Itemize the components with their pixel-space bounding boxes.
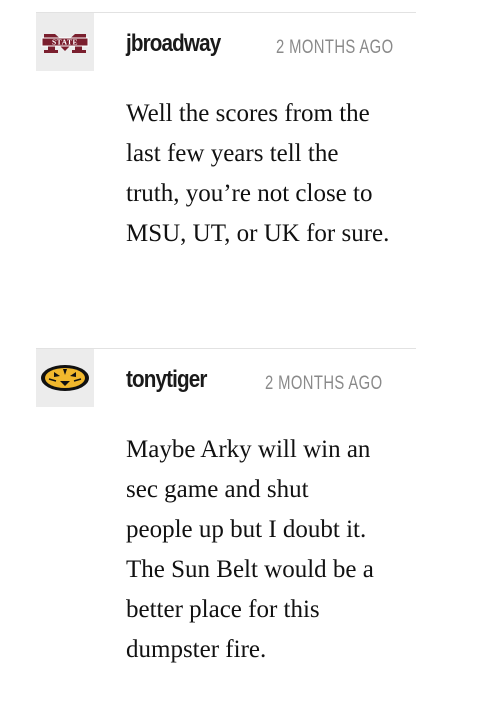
comment-body-line: people up but I doubt it. xyxy=(126,516,367,543)
comment-body-line: MSU, UT, or UK for sure. xyxy=(126,220,390,247)
avatar[interactable] xyxy=(36,349,94,407)
mizzou-tiger-logo-icon xyxy=(41,365,89,391)
comment-body-line: truth, you’re not close to xyxy=(126,180,373,207)
comment-body: Well the scores from the last few years … xyxy=(126,94,426,254)
comment-timestamp: 2 MONTHS AGO xyxy=(265,373,383,394)
comment-body-line: Maybe Arky will win an xyxy=(126,436,371,463)
comment-body-line: The Sun Belt would be a xyxy=(126,556,374,583)
comment-username[interactable]: jbroadway xyxy=(126,30,221,58)
avatar[interactable]: STATE xyxy=(36,13,94,71)
avatar-logo-text: STATE xyxy=(52,38,78,47)
comment-body-line: last few years tell the xyxy=(126,140,339,167)
comment-body-line: dumpster fire. xyxy=(126,636,267,663)
comment-timestamp: 2 MONTHS AGO xyxy=(276,37,394,58)
comment-body-line: sec game and shut xyxy=(126,476,309,503)
comment-body-line: Well the scores from the xyxy=(126,100,370,127)
comment-username[interactable]: tonytiger xyxy=(126,366,207,394)
msu-state-logo-icon: STATE xyxy=(41,34,89,53)
comment-body-line: better place for this xyxy=(126,596,320,623)
comment-body: Maybe Arky will win an sec game and shut… xyxy=(126,430,426,670)
